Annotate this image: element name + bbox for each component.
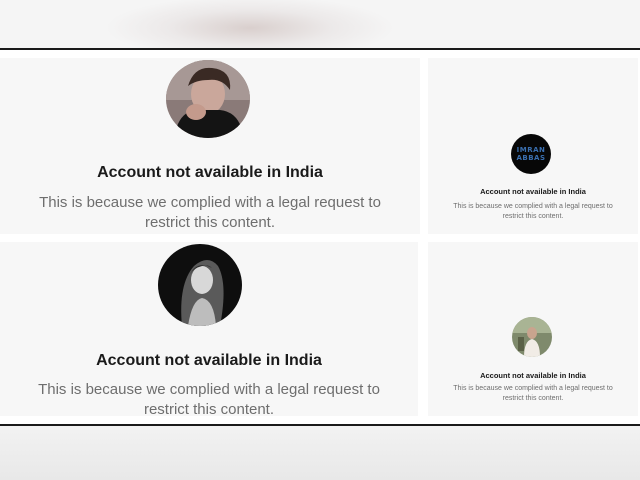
card-message-line: This is because we complied with a legal…: [39, 194, 381, 211]
bottom-blurred-band: [0, 426, 640, 480]
profile-avatar: [158, 244, 242, 326]
restricted-account-card: Account not available in India This is b…: [0, 58, 420, 234]
profile-avatar: [166, 60, 250, 138]
card-message-line: restrict this content.: [143, 401, 275, 418]
card-title: Account not available in India: [480, 187, 586, 196]
card-message-line: This is because we complied with a legal…: [38, 381, 380, 398]
restricted-account-card: IMRAN ABBAS Account not available in Ind…: [428, 58, 638, 234]
top-blurred-band: [0, 0, 640, 48]
restricted-account-card: Account not available in India This is b…: [428, 242, 638, 416]
collage: Account not available in India This is b…: [0, 50, 640, 424]
logo-text: IMRAN: [516, 146, 546, 154]
card-title: Account not available in India: [480, 371, 586, 380]
card-message-line: This is because we complied with a legal…: [453, 385, 613, 392]
card-message: This is because we complied with a legal…: [428, 202, 638, 222]
logo-text: ABBAS: [516, 154, 546, 162]
card-title: Account not available in India: [97, 164, 323, 181]
card-message: This is because we complied with a legal…: [0, 380, 418, 420]
profile-avatar: IMRAN ABBAS: [511, 134, 551, 174]
restricted-account-card: Account not available in India This is b…: [0, 242, 418, 418]
card-message-line: restrict this content.: [502, 395, 564, 402]
profile-logo: IMRAN ABBAS: [511, 134, 551, 174]
card-message-line: restrict this content.: [502, 213, 564, 220]
card-title: Account not available in India: [96, 352, 322, 369]
card-message: This is because we complied with a legal…: [428, 384, 638, 404]
profile-avatar: [512, 317, 552, 357]
card-message-line: restrict this content.: [144, 214, 276, 231]
card-message: This is because we complied with a legal…: [0, 193, 420, 233]
card-message-line: This is because we complied with a legal…: [453, 203, 613, 210]
